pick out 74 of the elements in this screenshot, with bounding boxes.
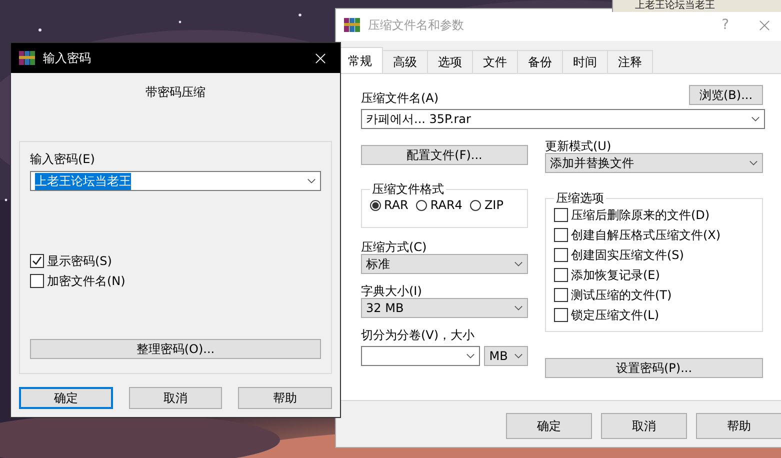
- field-label: 切分为分卷(V)，大小: [361, 328, 476, 342]
- method-dropdown[interactable]: 标准: [361, 254, 528, 274]
- password-field[interactable]: 上老王论坛当老王: [30, 171, 321, 191]
- unit-dropdown[interactable]: MB: [484, 346, 528, 366]
- check-icon: [31, 255, 43, 267]
- dialog-button[interactable]: 帮助: [696, 413, 781, 439]
- profiles-button[interactable]: 配置文件(F)...: [361, 145, 528, 165]
- dictionary-dropdown[interactable]: 32 MB: [361, 298, 528, 318]
- chevron-icon: [749, 160, 758, 166]
- checkbox-option[interactable]: 添加恢复记录(E): [554, 265, 754, 285]
- radio-button[interactable]: [370, 200, 381, 210]
- chevron-icon: [307, 178, 316, 184]
- app-icon: [344, 17, 360, 33]
- chevron-icon: [514, 353, 523, 359]
- field-label: 字典大小(I): [361, 284, 423, 298]
- app-icon: [19, 50, 35, 66]
- checkbox-label: 创建自解压格式压缩文件(X): [571, 226, 721, 244]
- checkbox-option[interactable]: 创建固实压缩文件(S): [554, 245, 754, 265]
- tab[interactable]: 注释: [607, 50, 653, 73]
- chevron-icon: [514, 261, 523, 267]
- radio-option[interactable]: ZIP: [470, 198, 504, 212]
- archive-name-field[interactable]: 카페에서... 35P.rar: [361, 109, 765, 129]
- field-label: 更新模式(U): [545, 139, 612, 153]
- group-label: 压缩文件格式: [371, 182, 445, 196]
- radio-label: ZIP: [484, 198, 504, 212]
- checkbox[interactable]: [554, 208, 568, 222]
- split-size-field[interactable]: [361, 346, 480, 366]
- chevron-icon: [751, 116, 760, 122]
- chevron-icon: [466, 353, 476, 359]
- manage-passwords-button[interactable]: 整理密码(O)...: [30, 339, 321, 359]
- dialog-button[interactable]: 帮助: [238, 387, 332, 409]
- checkbox-label: 锁定压缩文件(L): [571, 306, 660, 324]
- radio-option[interactable]: RAR: [370, 198, 408, 212]
- checkbox-label: 加密文件名(N): [47, 272, 126, 290]
- checkbox-label: 测试压缩的文件(T): [571, 286, 672, 304]
- field-label: 压缩方式(C): [361, 240, 428, 254]
- checkbox[interactable]: [30, 254, 44, 268]
- field-label: 输入密码(E): [30, 152, 96, 166]
- dialog-button[interactable]: 取消: [128, 387, 222, 409]
- checkbox[interactable]: [554, 228, 568, 242]
- password-text: 上老王论坛当老王: [35, 172, 131, 190]
- window-title: 压缩文件名和参数: [368, 16, 465, 34]
- dialog-button[interactable]: 取消: [601, 413, 687, 439]
- checkbox[interactable]: [554, 268, 568, 282]
- radio-button[interactable]: [416, 200, 428, 210]
- field-label: 压缩文件名(A): [361, 91, 439, 105]
- update-mode-dropdown[interactable]: 添加并替换文件: [545, 153, 763, 173]
- checkbox-option[interactable]: 显示密码(S): [30, 251, 321, 271]
- background-window-title: 上老王论坛当老王: [612, 0, 781, 12]
- set-password-button[interactable]: 设置密码(P)...: [545, 358, 763, 378]
- checkbox[interactable]: [554, 308, 568, 322]
- checkbox-option[interactable]: 创建自解压格式压缩文件(X): [554, 225, 754, 245]
- radio-option[interactable]: RAR4: [416, 198, 462, 212]
- group-label: 压缩选项: [555, 191, 605, 205]
- radio-button[interactable]: [470, 200, 482, 210]
- checkbox-label: 压缩后删除原来的文件(D): [571, 206, 710, 224]
- dialog-button[interactable]: 确定: [506, 413, 592, 439]
- radio-label: RAR4: [430, 198, 462, 212]
- checkbox-option[interactable]: 测试压缩的文件(T): [554, 285, 754, 305]
- chevron-icon: [514, 305, 523, 311]
- checkbox-option[interactable]: 锁定压缩文件(L): [554, 305, 754, 325]
- checkbox-label: 添加恢复记录(E): [571, 266, 660, 284]
- radio-label: RAR: [384, 198, 408, 212]
- checkbox[interactable]: [554, 248, 568, 262]
- dialog-button[interactable]: 确定: [19, 387, 113, 409]
- checkbox-option[interactable]: 压缩后删除原来的文件(D): [554, 205, 754, 225]
- window-title: 输入密码: [43, 50, 92, 66]
- checkbox[interactable]: [30, 274, 44, 288]
- checkbox[interactable]: [554, 288, 568, 302]
- dialog-heading: 带密码压缩: [144, 85, 206, 99]
- checkbox-label: 显示密码(S): [47, 252, 112, 270]
- checkbox-option[interactable]: 加密文件名(N): [30, 271, 321, 291]
- checkbox-label: 创建固实压缩文件(S): [571, 246, 684, 264]
- browse-button[interactable]: 浏览(B)...: [689, 85, 763, 105]
